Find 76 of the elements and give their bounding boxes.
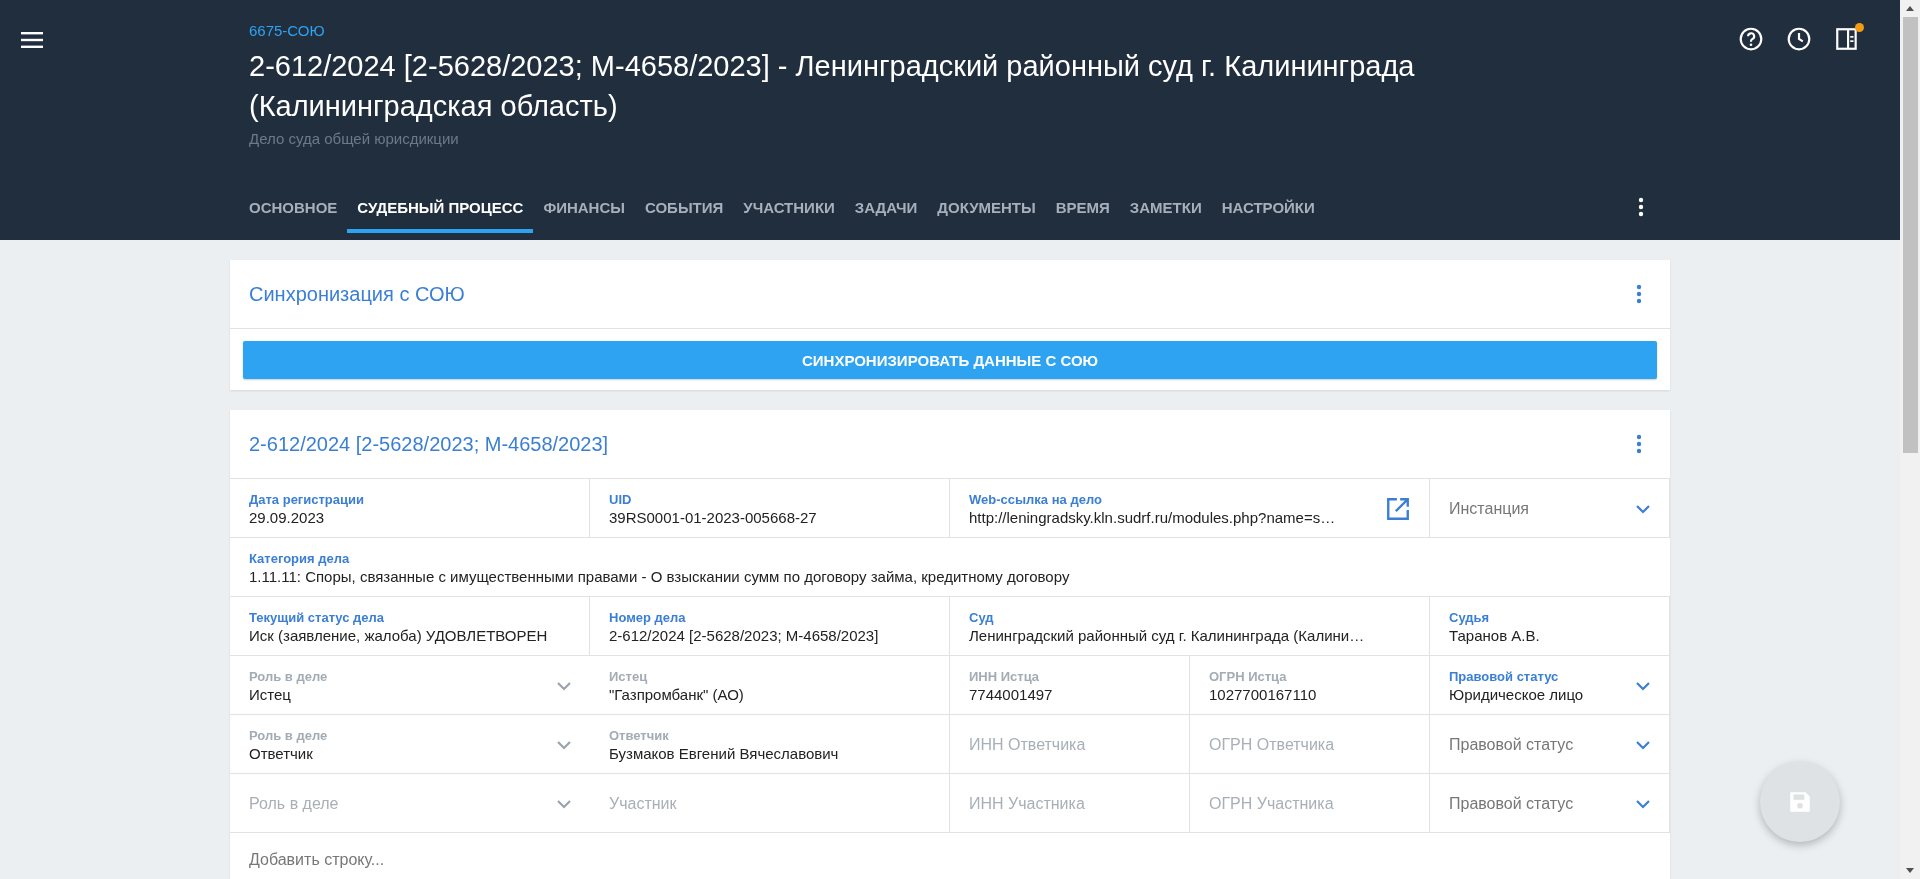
field-label: Роль в деле (249, 728, 329, 743)
field-placeholder: ОГРН Ответчика (1209, 736, 1336, 754)
case-title: 2-612/2024 [2-5628/2023; М-4658/2023] - Ленинградский районный суд г. Калининграда (Калининградская область) (249, 49, 1416, 124)
field-label: UID (609, 492, 633, 507)
select-field[interactable]: Правовой статус Юридическое лицо (1430, 656, 1670, 715)
field-placeholder: Правовой статус (1449, 795, 1575, 813)
tab[interactable]: ВРЕМЯ (1045, 181, 1120, 233)
field-value: Таранов А.В. (1449, 627, 1541, 644)
field-value: http://leningradsky.kln.sudrf.ru/modules.php?name=s… (969, 509, 1337, 526)
field-placeholder: ОГРН Участника (1209, 795, 1335, 813)
field-value: 29.09.2023 (249, 509, 326, 526)
tab[interactable]: УЧАСТНИКИ (733, 181, 845, 233)
chevron-down-icon[interactable] (1635, 799, 1651, 809)
field-value: 7744001497 (969, 686, 1054, 703)
card-title: 2-612/2024 [2-5628/2023; М-4658/2023] (249, 432, 609, 456)
form-field[interactable]: Номер дела 2-612/2024 [2-5628/2023; М-4658/2023] (590, 597, 950, 656)
clock-icon[interactable] (1786, 26, 1812, 52)
field-value: 2-612/2024 [2-5628/2023; М-4658/2023] (609, 627, 880, 644)
field-label: Номер дела (609, 610, 687, 625)
field-label: Ответчик (609, 728, 670, 743)
form-field[interactable]: Дата регистрации 29.09.2023 (230, 479, 590, 538)
select-field[interactable]: Правовой статус (1430, 774, 1670, 833)
form-field[interactable]: UID 39RS0001-01-2023-005668-27 (590, 479, 950, 538)
field-value: Бузмаков Евгений Вячеславович (609, 745, 840, 762)
tab[interactable]: ЗАДАЧИ (844, 181, 928, 233)
select-field[interactable]: Инстанция (1430, 479, 1670, 538)
scrollbar[interactable] (1900, 0, 1920, 879)
field-placeholder: Правовой статус (1449, 736, 1575, 754)
tab[interactable]: ДОКУМЕНТЫ (927, 181, 1046, 233)
field-value: Истец (249, 686, 292, 703)
field-label: Категория дела (249, 551, 351, 566)
field-value: Ответчик (249, 745, 314, 762)
external-link-icon[interactable] (1385, 496, 1411, 522)
field-label: Суд (969, 610, 995, 625)
field-label: Дата регистрации (249, 492, 366, 507)
select-field[interactable]: Правовой статус (1430, 715, 1670, 774)
case-subtitle: Дело суда общей юрисдикции (249, 130, 460, 147)
field-label: Судья (1449, 610, 1491, 625)
field-value: 1.11.11: Споры, связанные с имущественными правами - О взыскании сумм по договору займа, кредитному договору (249, 568, 1071, 585)
tab[interactable]: СОБЫТИЯ (635, 181, 734, 233)
form-field[interactable]: Суд Ленинградский районный суд г. Калининграда (Калини… (950, 597, 1430, 656)
field-label: Текущий статус дела (249, 610, 386, 625)
help-icon[interactable] (1738, 26, 1764, 52)
add-row-field[interactable]: Добавить строку... (230, 833, 1670, 879)
field-placeholder: Инстанция (1449, 500, 1530, 518)
form-field[interactable]: Категория дела 1.11.11: Споры, связанные с имущественными правами - О взыскании сумм по договору займа, кредитному договору (230, 538, 1670, 597)
field-value: 1027700167110 (1209, 686, 1318, 703)
field-label: Истец (609, 669, 649, 684)
field-label: Роль в деле (249, 669, 329, 684)
form-field[interactable]: Web-ссылка на дело http://leningradsky.kln.sudrf.ru/modules.php?name=s… (950, 479, 1430, 538)
tab[interactable]: НАСТРОЙКИ (1211, 181, 1325, 233)
field-label: Web-ссылка на дело (969, 492, 1103, 507)
tab[interactable]: ОСНОВНОЕ (249, 181, 348, 233)
field-label: Правовой статус (1449, 669, 1560, 684)
card-title: Синхронизация с СОЮ (249, 282, 465, 306)
field-placeholder: ИНН Участника (969, 795, 1086, 813)
field-value: Иск (заявление, жалоба) УДОВЛЕТВОРЕН (249, 627, 549, 644)
field-value: 39RS0001-01-2023-005668-27 (609, 509, 818, 526)
field-placeholder: Участник (609, 795, 678, 813)
form-field[interactable]: Текущий статус дела Иск (заявление, жалоба) УДОВЛЕТВОРЕН (230, 597, 590, 656)
chevron-down-icon[interactable] (1635, 681, 1651, 691)
field-label: ОГРН Истца (1209, 669, 1288, 684)
form-field[interactable]: Судья Таранов А.В. (1430, 597, 1670, 656)
field-value: "Газпромбанк" (АО) (609, 686, 745, 703)
field-value: Юридическое лицо (1449, 686, 1585, 703)
tab[interactable]: ФИНАНСЫ (533, 181, 635, 233)
chevron-down-icon[interactable] (1635, 504, 1651, 514)
tab[interactable]: ЗАМЕТКИ (1119, 181, 1212, 233)
field-value: Ленинградский районный суд г. Калининграда (Калини… (969, 627, 1366, 644)
field-placeholder: Роль в деле (249, 795, 340, 813)
field-placeholder: ИНН Ответчика (969, 736, 1087, 754)
field-label: ИНН Истца (969, 669, 1041, 684)
menu-icon[interactable] (21, 32, 43, 48)
chevron-down-icon[interactable] (1635, 740, 1651, 750)
case-link[interactable]: 6675-СОЮ (249, 22, 325, 39)
tab[interactable]: СУДЕБНЫЙ ПРОЦЕСС (347, 181, 534, 233)
